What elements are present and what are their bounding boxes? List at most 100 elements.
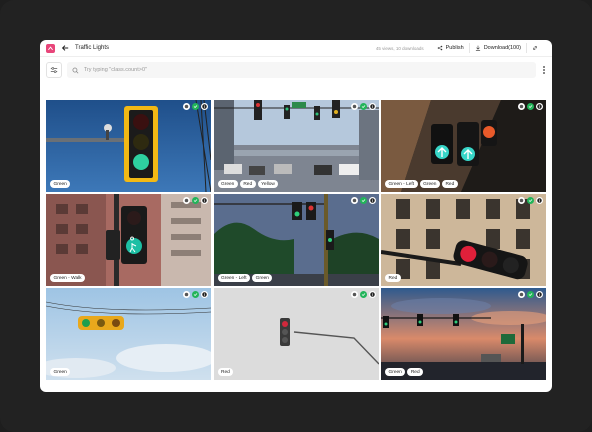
- annotated-icon: [518, 197, 525, 204]
- label-tags: Red: [217, 368, 234, 376]
- image-tile[interactable]: Green: [46, 288, 211, 380]
- traffic-light-photo: [381, 194, 546, 286]
- class-tag: Red: [441, 180, 458, 188]
- download-icon: [475, 45, 480, 51]
- annotated-icon: [183, 291, 190, 298]
- publish-button[interactable]: Publish: [432, 42, 469, 55]
- info-icon[interactable]: [201, 197, 208, 204]
- filter-button[interactable]: [46, 62, 62, 78]
- search-input[interactable]: [83, 67, 531, 73]
- download-label: Download(100): [483, 45, 521, 51]
- sliders-icon: [50, 67, 58, 73]
- class-tag: Green: [385, 368, 406, 376]
- verified-icon: [359, 103, 367, 110]
- search-row: [40, 57, 552, 83]
- status-badges: [350, 197, 376, 204]
- class-tag: Green: [419, 180, 440, 188]
- status-badges: [518, 291, 543, 298]
- info-icon[interactable]: [536, 197, 543, 204]
- info-icon[interactable]: [368, 103, 376, 110]
- status-badges: [518, 197, 543, 204]
- search-box[interactable]: [67, 62, 536, 78]
- image-tile[interactable]: Green - Left Green: [213, 194, 379, 286]
- annotated-icon: [350, 291, 358, 298]
- status-badges: [183, 197, 208, 204]
- verified-icon: [192, 103, 199, 110]
- class-tag: Green - Left: [385, 180, 418, 188]
- image-tile[interactable]: Red: [381, 194, 546, 286]
- verified-icon: [527, 291, 534, 298]
- label-tags: Red: [385, 274, 401, 282]
- app-logo-icon[interactable]: [46, 43, 55, 53]
- traffic-light-photo: [46, 100, 211, 192]
- class-tag: Green: [252, 274, 273, 282]
- annotated-icon: [518, 103, 525, 110]
- label-tags: Green Red: [385, 368, 424, 376]
- class-tag: Green: [50, 180, 71, 188]
- download-button[interactable]: Download(100): [470, 42, 526, 55]
- search-icon: [72, 67, 79, 73]
- more-options-button[interactable]: [536, 65, 546, 75]
- class-tag: Red: [239, 180, 256, 188]
- image-tile[interactable]: Green - Walk: [46, 194, 211, 286]
- top-bar: Traffic Lights 45 views, 10 downloads Pu…: [40, 40, 552, 57]
- annotated-icon: [518, 291, 525, 298]
- class-tag: Red: [217, 368, 234, 376]
- traffic-light-photo: [213, 100, 379, 192]
- image-tile[interactable]: Green Red: [381, 288, 546, 380]
- info-icon[interactable]: [201, 103, 208, 110]
- info-icon[interactable]: [536, 291, 543, 298]
- publish-label: Publish: [445, 45, 464, 51]
- share-icon: [437, 45, 442, 51]
- annotated-icon: [183, 197, 190, 204]
- annotated-icon: [350, 197, 358, 204]
- status-badges: [518, 103, 543, 110]
- info-icon[interactable]: [368, 291, 376, 298]
- verified-icon: [527, 197, 534, 204]
- status-badges: [183, 291, 208, 298]
- class-tag: Green - Walk: [50, 274, 86, 282]
- label-tags: Green - Left Green: [217, 274, 273, 282]
- class-tag: Red: [407, 368, 424, 376]
- status-badges: [350, 103, 376, 110]
- class-tag: Yellow: [257, 180, 279, 188]
- info-icon[interactable]: [368, 197, 376, 204]
- page-title: Traffic Lights: [75, 45, 110, 51]
- verified-icon: [192, 291, 199, 298]
- class-tag: Red: [385, 274, 401, 282]
- verified-icon: [192, 197, 199, 204]
- label-tags: Green - Left Green Red: [385, 180, 458, 188]
- image-tile[interactable]: Green Red Yellow: [213, 100, 379, 192]
- more-vertical-icon: [543, 66, 545, 74]
- info-icon[interactable]: [201, 291, 208, 298]
- label-tags: Green - Walk: [50, 274, 86, 282]
- image-tile[interactable]: Green: [46, 100, 211, 192]
- label-tags: Green: [50, 180, 71, 188]
- app-window: Traffic Lights 45 views, 10 downloads Pu…: [40, 40, 552, 392]
- traffic-light-photo: [213, 194, 379, 286]
- class-tag: Green - Left: [217, 274, 251, 282]
- traffic-light-photo: [381, 288, 546, 380]
- image-tile[interactable]: Green - Left Green Red: [381, 100, 546, 192]
- image-grid: Green Green Red Yellow Green - Left Gree…: [46, 100, 546, 380]
- verified-icon: [359, 291, 367, 298]
- status-badges: [183, 103, 208, 110]
- annotated-icon: [183, 103, 190, 110]
- verified-icon: [359, 197, 367, 204]
- label-tags: Green Red Yellow: [217, 180, 279, 188]
- status-badges: [350, 291, 376, 298]
- label-tags: Green: [50, 368, 71, 376]
- image-tile[interactable]: Red: [213, 288, 379, 380]
- class-tag: Green: [50, 368, 71, 376]
- stats-text: 45 views, 10 downloads: [375, 45, 424, 51]
- annotated-icon: [350, 103, 358, 110]
- traffic-light-photo: [213, 288, 379, 380]
- verified-icon: [527, 103, 534, 110]
- traffic-light-photo: [46, 288, 211, 380]
- arrow-left-icon[interactable]: [59, 42, 71, 54]
- traffic-light-photo: [46, 194, 211, 286]
- link-icon: [533, 46, 537, 50]
- info-icon[interactable]: [536, 103, 543, 110]
- copy-link-button[interactable]: [527, 42, 546, 55]
- device-frame: Traffic Lights 45 views, 10 downloads Pu…: [0, 0, 592, 432]
